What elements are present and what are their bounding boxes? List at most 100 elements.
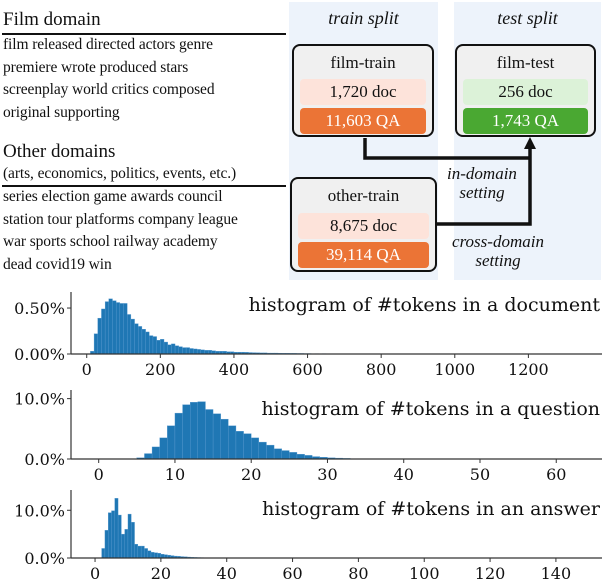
answer-histogram-bar	[117, 514, 122, 559]
x-tick-label: 40	[217, 564, 237, 583]
document-histogram-bar	[156, 340, 161, 355]
question-histogram-bar	[190, 402, 199, 460]
card-title: other-train	[327, 186, 400, 205]
document-histogram-bar	[152, 336, 157, 355]
film-train-card: film-train 1,720 doc 11,603 QA	[292, 44, 434, 137]
document-histogram-bar	[145, 331, 150, 355]
question-histogram-bar	[281, 450, 290, 460]
document-histogram-bar	[160, 339, 165, 355]
setting-line: setting	[475, 251, 521, 270]
answer-histogram: 0.0% 10.0% 0 20 40 60 80 100 120 140 histogram of …	[14, 490, 602, 583]
answer-histogram-bar	[144, 548, 148, 559]
question-histogram-bar	[197, 401, 206, 460]
document-histogram-bar	[123, 303, 128, 355]
document-histogram-bar	[174, 345, 179, 355]
x-tick-label: 800	[366, 360, 397, 379]
question-histogram-bar	[243, 433, 252, 460]
x-tick-label: 0	[90, 564, 100, 583]
answer-histogram-bar	[101, 548, 106, 559]
x-tick-label: 20	[241, 465, 261, 484]
setting-line: in-domain	[447, 164, 517, 183]
x-tick-label: 120	[475, 564, 506, 583]
question-histogram-bar	[151, 446, 160, 460]
question-histogram-bar	[212, 413, 221, 460]
question-histogram-bar	[205, 409, 214, 460]
question-histogram-bar	[182, 404, 191, 460]
document-histogram-bar	[196, 349, 201, 355]
doc-count-chip: 8,675 doc	[298, 213, 429, 239]
document-histogram-bar	[189, 348, 194, 355]
y-tick-label: 0.0%	[24, 549, 65, 568]
x-tick-label: 1200	[508, 360, 549, 379]
y-tick-label: 0.00%	[14, 345, 65, 364]
document-histogram-bar	[112, 300, 117, 355]
x-tick-label: 20	[151, 564, 171, 583]
x-tick-label: 1000	[434, 360, 475, 379]
question-histogram-bar	[159, 437, 168, 460]
qa-count-chip: 1,743 QA	[463, 108, 588, 134]
x-tick-label: 0	[94, 465, 104, 484]
x-tick-label: 80	[348, 564, 368, 583]
document-histogram-bar	[171, 343, 176, 355]
y-tick-label: 10.0%	[14, 390, 65, 409]
x-tick-label: 600	[292, 360, 323, 379]
y-tick-label: 0.0%	[24, 450, 65, 469]
document-histogram-bar	[178, 346, 183, 355]
x-tick-label: 0	[82, 360, 92, 379]
setting-line: setting	[459, 183, 505, 202]
question-histogram-title: histogram of #tokens in a question	[261, 398, 600, 420]
answer-histogram-bar	[114, 498, 119, 559]
film-test-card: film-test 256 doc 1,743 QA	[455, 44, 596, 137]
document-histogram-bar	[134, 323, 139, 355]
answer-histogram-title: histogram of #tokens in an answer	[262, 498, 601, 520]
card-title: film-test	[496, 53, 555, 72]
doc-count-chip: 256 doc	[463, 79, 588, 105]
document-histogram-bar	[108, 298, 113, 355]
answer-histogram-bar	[137, 545, 142, 559]
in-domain-arrow-line	[363, 138, 530, 160]
x-tick-label: 140	[541, 564, 572, 583]
card-title: film-train	[330, 53, 396, 72]
answer-histogram-bar	[134, 543, 139, 559]
question-histogram-bar	[228, 425, 237, 460]
document-histogram-bar	[119, 303, 124, 355]
document-histogram-bar	[93, 333, 98, 355]
question-histogram-bar	[258, 441, 267, 460]
doc-count-chip: 1,720 doc	[300, 79, 426, 105]
setting-line: cross-domain	[452, 232, 544, 251]
answer-histogram-bar	[157, 553, 162, 559]
y-tick-label: 0.50%	[14, 299, 65, 318]
answer-histogram-bar	[111, 510, 115, 559]
answer-histogram-bar	[150, 552, 155, 559]
answer-histogram-bar	[147, 550, 152, 559]
x-tick-label: 60	[282, 564, 302, 583]
answer-histogram-bar	[131, 522, 135, 559]
question-histogram-bar	[174, 412, 183, 460]
document-histogram-bar	[130, 318, 135, 355]
document-histogram-bar	[138, 326, 143, 355]
document-histogram-bar	[182, 347, 187, 355]
document-histogram-title: histogram of #tokens in a document	[249, 294, 601, 316]
x-tick-label: 40	[394, 465, 414, 484]
document-histogram-bar	[97, 317, 102, 355]
y-tick-label: 10.0%	[14, 501, 65, 520]
question-histogram-bar	[235, 431, 244, 460]
document-histogram-bar	[185, 347, 190, 355]
answer-histogram-bar	[127, 513, 132, 559]
question-histogram-bar	[167, 425, 176, 460]
qa-count-chip: 39,114 QA	[298, 242, 429, 268]
question-histogram-bar	[273, 448, 282, 460]
cross-domain-setting-label: cross-domain setting	[438, 232, 558, 270]
document-histogram-bar	[193, 348, 198, 355]
document-histogram-bar	[115, 302, 121, 355]
answer-histogram-bar	[121, 533, 125, 559]
x-tick-label: 10	[165, 465, 185, 484]
answer-histogram-bar	[140, 545, 145, 559]
document-histogram-bar	[200, 349, 205, 355]
arrow-head-icon	[524, 137, 536, 149]
question-histogram-bar	[220, 418, 229, 460]
question-histogram-bar	[266, 444, 275, 460]
qa-count-chip: 11,603 QA	[300, 108, 426, 134]
x-tick-label: 30	[317, 465, 337, 484]
document-histogram-bar	[104, 301, 109, 355]
